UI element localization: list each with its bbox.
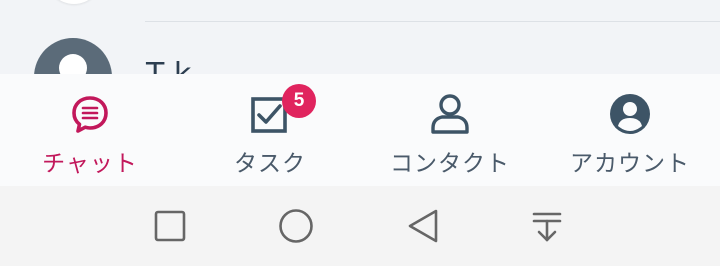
home-icon[interactable] [276, 206, 316, 246]
chat-bubble-icon [72, 96, 108, 133]
tab-tasks[interactable]: 5 タスク [180, 74, 360, 186]
list-divider [145, 21, 720, 22]
system-navigation-bar [0, 186, 720, 266]
tab-chat-label: チャット [42, 151, 138, 177]
recent-apps-icon[interactable] [150, 206, 190, 246]
tab-account-label: アカウント [570, 151, 690, 177]
task-count-badge: 5 [282, 84, 316, 118]
tab-contacts-label: コンタクト [390, 151, 510, 177]
tab-account[interactable]: アカウント [540, 74, 720, 186]
app-screen: T k チャット 5 タスク コンタクト [0, 0, 720, 266]
tab-contacts[interactable]: コンタクト [360, 74, 540, 186]
account-circle-icon [610, 94, 650, 134]
bottom-tab-bar: チャット 5 タスク コンタクト アカウント [0, 74, 720, 186]
conversation-list[interactable]: T k [0, 0, 720, 116]
person-outline-icon [431, 94, 469, 134]
tab-tasks-label: タスク [234, 151, 306, 177]
tab-chat[interactable]: チャット [0, 74, 180, 186]
previous-avatar-edge [46, 0, 102, 4]
back-icon[interactable] [403, 206, 443, 246]
notification-shade-icon[interactable] [527, 206, 567, 246]
